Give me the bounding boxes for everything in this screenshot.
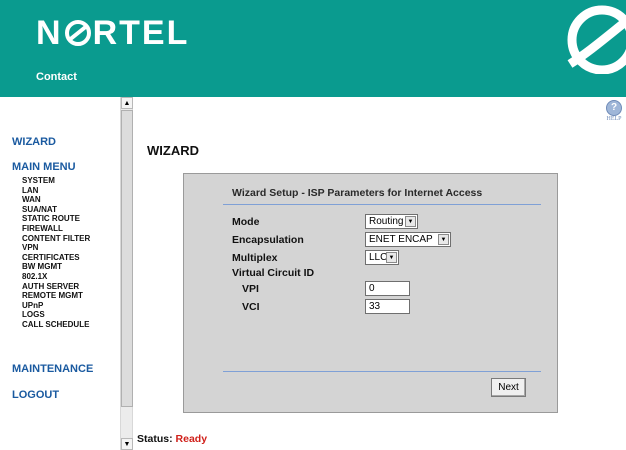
next-button[interactable]: Next bbox=[491, 378, 526, 397]
scroll-up-arrow-icon[interactable]: ▲ bbox=[121, 97, 133, 109]
virtual-circuit-id-label: Virtual Circuit ID bbox=[232, 267, 315, 279]
help-button[interactable]: ? HELP bbox=[602, 100, 626, 130]
vci-field[interactable]: 33 bbox=[365, 299, 410, 314]
status-label: Status: bbox=[137, 433, 173, 445]
sidebar-menu-item[interactable]: WAN bbox=[22, 195, 90, 205]
sidebar-menu-item[interactable]: VPN bbox=[22, 243, 90, 253]
page-title: WIZARD bbox=[147, 143, 199, 158]
encapsulation-label: Encapsulation bbox=[232, 234, 304, 246]
scroll-down-arrow-icon[interactable]: ▼ bbox=[121, 438, 133, 450]
panel-divider-top bbox=[223, 204, 541, 205]
sidebar-item-wizard[interactable]: WIZARD bbox=[12, 136, 56, 148]
sidebar-item-logout[interactable]: LOGOUT bbox=[12, 389, 59, 401]
sidebar-menu-item[interactable]: SUA/NAT bbox=[22, 205, 90, 215]
sidebar-menu-item[interactable]: CONTENT FILTER bbox=[22, 234, 90, 244]
encapsulation-select[interactable]: ENET ENCAP ▼ bbox=[365, 232, 451, 247]
logo-globe-o-icon bbox=[64, 19, 92, 47]
chevron-down-icon: ▼ bbox=[438, 234, 449, 245]
contact-link[interactable]: Contact bbox=[36, 71, 77, 83]
sidebar-item-maintenance[interactable]: MAINTENANCE bbox=[12, 363, 93, 375]
chevron-down-icon: ▼ bbox=[405, 216, 416, 227]
help-label: HELP bbox=[606, 116, 622, 122]
panel-divider-bottom bbox=[223, 371, 541, 372]
sidebar-menu-item[interactable]: REMOTE MGMT bbox=[22, 291, 90, 301]
sidebar-menu-item[interactable]: LOGS bbox=[22, 310, 90, 320]
question-icon: ? bbox=[606, 100, 622, 116]
status-line: Status: Ready bbox=[137, 433, 207, 445]
multiplex-select[interactable]: LLC ▼ bbox=[365, 250, 399, 265]
sidebar-menu-item[interactable]: UPnP bbox=[22, 301, 90, 311]
mode-label: Mode bbox=[232, 216, 260, 228]
sidebar-menu-item[interactable]: 802.1X bbox=[22, 272, 90, 282]
mode-select[interactable]: Routing ▼ bbox=[365, 214, 418, 229]
multiplex-label: Multiplex bbox=[232, 252, 278, 264]
header-bar: N RTEL Contact bbox=[0, 0, 626, 97]
vpi-field[interactable]: 0 bbox=[365, 281, 410, 296]
sidebar-menu-item[interactable]: LAN bbox=[22, 186, 90, 196]
vpi-label: VPI bbox=[242, 283, 259, 295]
sidebar-scrollbar[interactable]: ▲ ▼ bbox=[120, 97, 133, 450]
panel-title: Wizard Setup - ISP Parameters for Intern… bbox=[232, 187, 483, 199]
sidebar-menu-item[interactable]: FIREWALL bbox=[22, 224, 90, 234]
sidebar-menu-item[interactable]: CALL SCHEDULE bbox=[22, 320, 90, 330]
wizard-panel: Wizard Setup - ISP Parameters for Intern… bbox=[183, 173, 558, 413]
scroll-thumb[interactable] bbox=[121, 110, 133, 407]
chevron-down-icon: ▼ bbox=[386, 252, 397, 263]
status-value: Ready bbox=[175, 433, 208, 445]
sidebar-menu-item[interactable]: STATIC ROUTE bbox=[22, 214, 90, 224]
nortel-globe-icon bbox=[567, 5, 626, 74]
router-admin-page: N RTEL Contact WIZARD MAIN MENU MAINTENAN… bbox=[0, 0, 626, 450]
vci-label: VCI bbox=[242, 301, 260, 313]
sidebar-menu-item[interactable]: AUTH SERVER bbox=[22, 282, 90, 292]
main-menu-list: SYSTEM LAN WAN SUA/NAT STATIC ROUTE FIREWALL C… bbox=[22, 176, 90, 330]
sidebar-menu-item[interactable]: BW MGMT bbox=[22, 262, 90, 272]
sidebar-item-main-menu[interactable]: MAIN MENU bbox=[12, 161, 76, 173]
sidebar-menu-item[interactable]: CERTIFICATES bbox=[22, 253, 90, 263]
sidebar-menu-item[interactable]: SYSTEM bbox=[22, 176, 90, 186]
nortel-logo: N RTEL bbox=[36, 14, 190, 52]
